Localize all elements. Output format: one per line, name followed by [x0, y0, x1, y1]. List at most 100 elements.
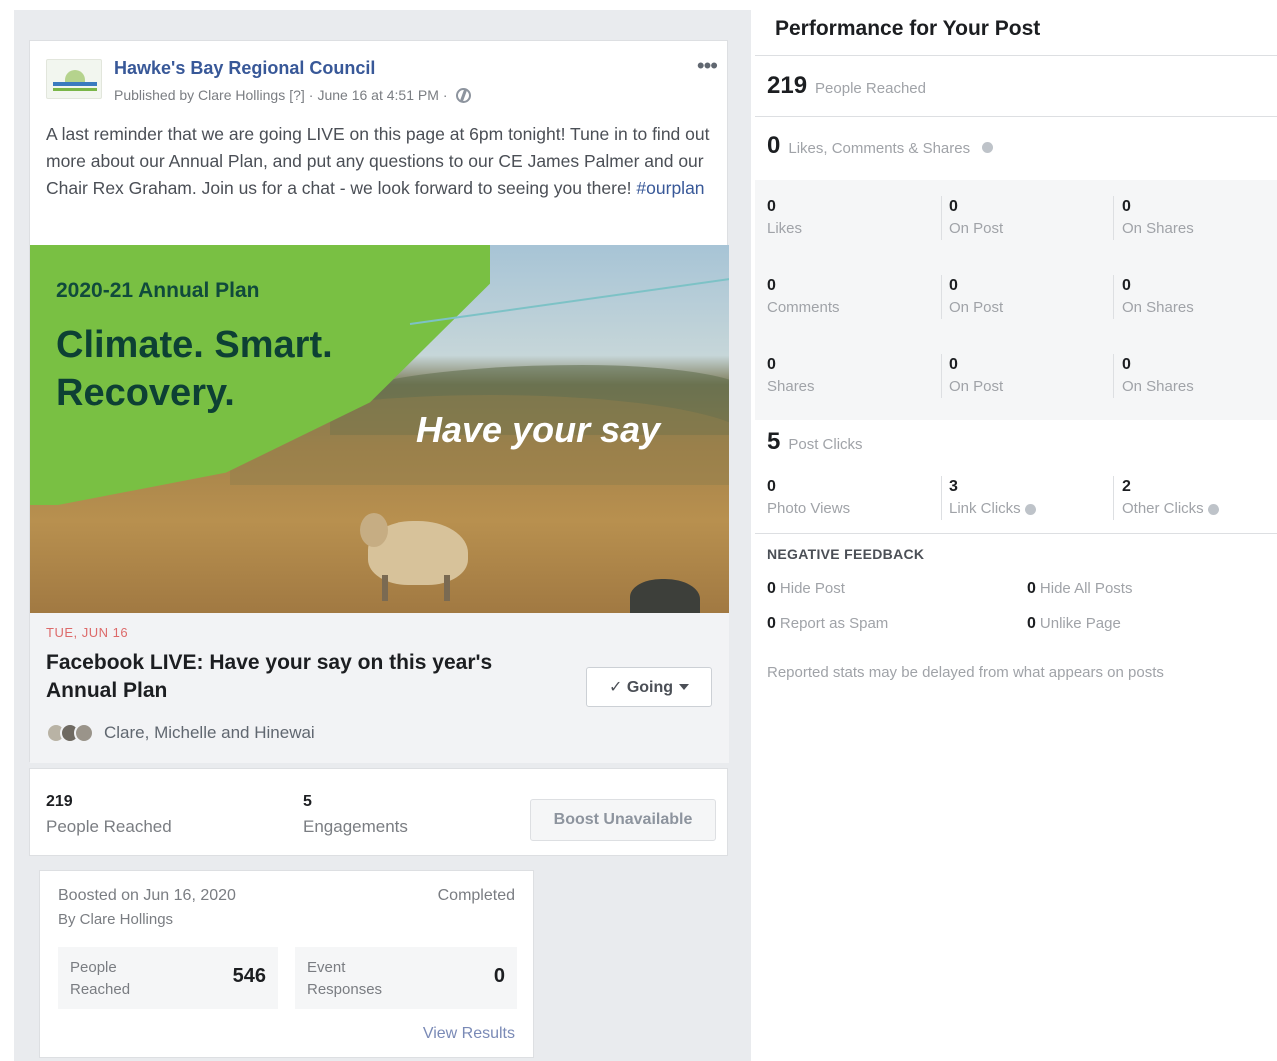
grid-label: On Shares — [1122, 299, 1194, 316]
neg-report-spam: 0 Report as Spam — [767, 615, 888, 633]
people-reached-row: 219 People Reached — [767, 72, 926, 100]
boost-metric-responses: Event Responses 0 — [295, 947, 517, 1009]
view-results-link[interactable]: View Results — [423, 1025, 515, 1043]
image-title-line: Climate. Smart. — [56, 324, 333, 366]
people-reached-value: 219 — [767, 72, 808, 99]
grid-value: 0 — [767, 277, 776, 294]
event-block[interactable]: TUE, JUN 16 Facebook LIVE: Have your say… — [30, 613, 729, 763]
lcs-value: 0 — [767, 132, 781, 159]
grid-label: Shares — [767, 378, 815, 395]
grid-cell-other-clicks: 2 Other Clicks — [1122, 478, 1277, 517]
boosted-by: By Clare Hollings — [58, 911, 174, 928]
clicks-grid: 0 Photo Views 3 Link Clicks 2 Other Clic… — [755, 466, 1277, 528]
divider — [755, 533, 1277, 534]
neg-unlike-page: 0 Unlike Page — [1027, 615, 1121, 633]
grid-value: 0 — [767, 198, 776, 215]
more-options-button[interactable]: ••• — [697, 53, 718, 79]
neg-label: Unlike Page — [1039, 615, 1121, 632]
grid-value: 0 — [949, 198, 958, 215]
info-icon[interactable] — [982, 142, 994, 153]
neg-label: Hide Post — [779, 580, 845, 597]
divider — [755, 116, 1277, 117]
published-date[interactable]: June 16 at 4:51 PM — [317, 87, 438, 103]
info-icon[interactable] — [1024, 503, 1036, 515]
sheep-shape — [630, 579, 700, 613]
stat-value: 5 — [303, 793, 312, 810]
performance-title: Performance for Your Post — [775, 17, 1041, 40]
boost-button[interactable]: Boost Unavailable — [530, 799, 716, 841]
image-kicker: 2020-21 Annual Plan — [56, 279, 260, 302]
globe-icon[interactable] — [455, 87, 471, 103]
grid-cell-comments-on-post: 0 On Post — [949, 277, 1119, 316]
metric-label: Event Responses — [307, 957, 382, 1001]
published-by[interactable]: Published by Clare Hollings — [114, 87, 285, 103]
hashtag-link[interactable]: #ourplan — [636, 178, 704, 198]
grid-value: 0 — [949, 277, 958, 294]
post-header: Hawke's Bay Regional Council Published b… — [46, 53, 718, 115]
grid-label: Other Clicks — [1122, 500, 1277, 517]
grid-label: On Shares — [1122, 220, 1194, 237]
grid-separator — [1113, 275, 1114, 319]
lcs-row: 0 Likes, Comments & Shares — [767, 132, 994, 160]
neg-value: 0 — [1027, 615, 1036, 632]
metric-label-line: Event — [307, 959, 346, 976]
info-icon[interactable] — [1207, 503, 1219, 515]
neg-hide-all-posts: 0 Hide All Posts — [1027, 580, 1132, 598]
grid-value: 2 — [1122, 478, 1131, 495]
metric-value: 546 — [232, 965, 266, 987]
event-date: TUE, JUN 16 — [46, 625, 129, 640]
grid-label: Comments — [767, 299, 840, 316]
grid-label: Likes — [767, 220, 803, 237]
metric-label: People Reached — [70, 957, 130, 1001]
engagement-grid: 0 Likes 0 On Post 0 On Shares 0 Comments… — [755, 180, 1277, 420]
neg-value: 0 — [767, 580, 776, 597]
grid-cell-shares-on-shares: 0 On Shares — [1122, 356, 1277, 395]
neg-value: 0 — [1027, 580, 1036, 597]
grid-value: 0 — [1122, 277, 1131, 294]
published-help[interactable]: [?] — [289, 87, 305, 103]
event-title[interactable]: Facebook LIVE: Have your say on this yea… — [46, 649, 546, 705]
grid-label: On Post — [949, 378, 1004, 395]
meta-separator: · — [442, 87, 448, 103]
attendee-names[interactable]: Clare, Michelle and Hinewai — [104, 723, 315, 743]
stat-label: Engagements — [303, 817, 408, 836]
grid-cell-link-clicks: 3 Link Clicks — [949, 478, 1119, 517]
image-title-line: Recovery. — [56, 372, 235, 414]
image-title: Climate. Smart. Recovery. — [56, 321, 333, 417]
grid-label-text: Link Clicks — [949, 500, 1021, 517]
stat-engagements: 5 Engagements — [303, 793, 408, 837]
metric-label-line: People — [70, 959, 117, 976]
people-reached-label: People Reached — [815, 80, 926, 97]
logo-hill-shape — [65, 70, 85, 82]
post-clicks-row: 5 Post Clicks — [767, 428, 863, 456]
stat-value: 219 — [46, 793, 73, 810]
neg-hide-post: 0 Hide Post — [767, 580, 845, 598]
grid-cell-photo-views: 0 Photo Views — [767, 478, 937, 517]
boost-summary-card: Boosted on Jun 16, 2020 By Clare Holling… — [39, 870, 534, 1058]
grid-cell-likes: 0 Likes — [767, 198, 937, 237]
grid-separator — [941, 354, 942, 398]
meta-separator: · — [308, 87, 314, 103]
post-card: Hawke's Bay Regional Council Published b… — [29, 40, 729, 763]
stat-reached: 219 People Reached — [46, 793, 172, 837]
divider — [755, 55, 1277, 56]
grid-label-text: Other Clicks — [1122, 500, 1204, 517]
post-image[interactable]: 2020-21 Annual Plan Climate. Smart. Reco… — [30, 245, 729, 613]
sheep-head-shape — [360, 513, 388, 547]
grid-cell-shares-on-post: 0 On Post — [949, 356, 1119, 395]
grid-value: 0 — [949, 356, 958, 373]
grid-value: 0 — [1122, 198, 1131, 215]
grid-separator — [1113, 476, 1114, 520]
right-background — [751, 10, 1277, 1061]
page-name-link[interactable]: Hawke's Bay Regional Council — [114, 58, 375, 79]
grid-label: On Post — [949, 299, 1004, 316]
grid-label: Photo Views — [767, 500, 851, 517]
sheep-leg-shape — [444, 575, 450, 601]
going-button[interactable]: ✓ Going — [586, 667, 712, 707]
post-text: A last reminder that we are going LIVE o… — [46, 121, 716, 202]
grid-separator — [941, 476, 942, 520]
page-avatar[interactable] — [46, 59, 102, 99]
stat-label: People Reached — [46, 817, 172, 836]
grid-label: On Post — [949, 220, 1004, 237]
boosted-on: Boosted on Jun 16, 2020 — [58, 887, 236, 904]
